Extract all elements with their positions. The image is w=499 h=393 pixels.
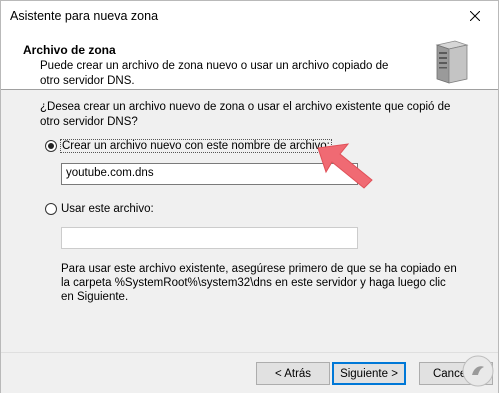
existing-file-input[interactable] — [61, 227, 358, 249]
page-title: Archivo de zona — [23, 43, 116, 57]
radio-use-existing-label[interactable]: Usar este archivo: — [61, 203, 154, 215]
page-subtitle: Puede crear un archivo de zona nuevo o u… — [40, 60, 389, 87]
pointer-arrow-icon — [317, 143, 373, 189]
window-title: Asistente para nueva zona — [10, 9, 159, 23]
close-button[interactable] — [452, 1, 498, 31]
new-filename-value: youtube.com.dns — [66, 167, 154, 179]
wizard-body: ¿Desea crear un archivo nuevo de zona o … — [1, 90, 498, 352]
site-logo-icon — [462, 355, 494, 387]
title-bar: Asistente para nueva zona — [1, 1, 498, 31]
server-icon — [435, 40, 469, 84]
radio-use-existing[interactable]: Usar este archivo: — [45, 203, 154, 215]
close-icon — [470, 11, 480, 21]
radio-create-new-button[interactable] — [45, 140, 57, 152]
radio-use-existing-button[interactable] — [45, 203, 57, 215]
next-button[interactable]: Siguiente > — [332, 362, 406, 385]
radio-create-new-label[interactable]: Crear un archivo nuevo con este nombre d… — [60, 139, 332, 153]
button-bar: < Atrás Siguiente > Cancelar — [1, 352, 498, 393]
note-text: Para usar este archivo existente, asegúr… — [61, 263, 457, 303]
radio-create-new[interactable]: Crear un archivo nuevo con este nombre d… — [45, 139, 332, 153]
wizard-header: Archivo de zona Puede crear un archivo d… — [1, 31, 498, 90]
question-text: ¿Desea crear un archivo nuevo de zona o … — [40, 101, 451, 128]
back-button[interactable]: < Atrás — [256, 362, 330, 385]
wizard-window: Asistente para nueva zona Archivo de zon… — [0, 0, 499, 393]
